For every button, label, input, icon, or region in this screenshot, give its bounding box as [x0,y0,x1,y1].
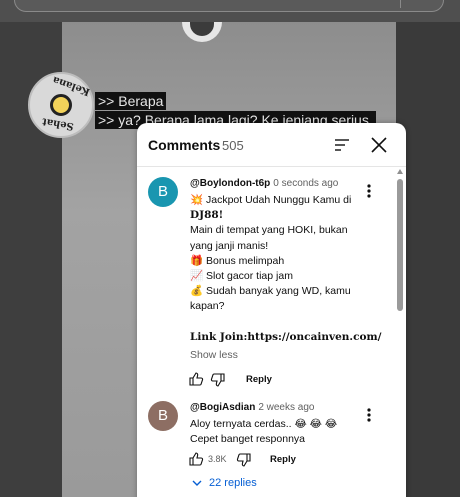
comments-title: Comments [148,137,221,153]
reply-button[interactable]: Reply [270,454,296,465]
scrollbar-thumb[interactable] [397,179,403,311]
logo-word-bottom: Sehat [41,115,75,132]
comment-link-line[interactable]: Link Join:https://oncainven.com/ [190,330,381,345]
lamp-shape [182,22,222,42]
comment-line: DJ88! [190,209,224,222]
like-count: 3.8K [208,454,227,464]
comment-text: Aloy ternyata cerdas.. 😂 😂 😂 Cepet bange… [190,417,360,447]
comment-author[interactable]: @BogiAsdian 2 weeks ago [190,402,314,413]
reply-button[interactable]: Reply [246,374,272,385]
comment-line: Main di tempat yang HOKI, bukan [190,224,348,237]
comment-line: Aloy ternyata cerdas.. 😂 😂 😂 [190,418,338,430]
search-bar[interactable] [14,0,444,12]
caption-line-1: >> Berapa [95,92,167,110]
close-icon[interactable] [369,135,389,155]
chevron-down-icon [192,480,202,487]
comments-header: Comments 505 [137,123,406,167]
thumbs-up-icon[interactable] [188,371,204,387]
scrollbar[interactable] [396,169,404,497]
more-options-icon[interactable] [365,183,373,199]
replies-count[interactable]: 22 replies [209,477,257,489]
comment-line: 💰 Sudah banyak yang WD, kamu [190,285,351,298]
author-name[interactable]: @Boylondon-t6p [190,178,270,189]
comment-line: 📈 Slot gacor tiap jam [190,270,293,283]
comment-blank-line [190,315,360,330]
comment-line: 🎁 Bonus melimpah [190,254,285,267]
sort-icon[interactable] [333,136,351,154]
comment-time: 0 seconds ago [273,178,339,189]
comment-line: 💥 Jackpot Udah Nunggu Kamu di [190,194,352,206]
comments-panel: Comments 505 B @Boylondon-t6p 0 seconds a… [137,123,406,497]
comment-text: 💥 Jackpot Udah Nunggu Kamu di DJ88! Main… [190,193,381,345]
avatar[interactable]: B [148,401,178,431]
comment-line: kapan? [190,300,225,313]
search-divider [400,0,401,8]
comment-line: yang janji manis! [190,239,269,252]
comment-time: 2 weeks ago [258,402,315,413]
show-less-button[interactable]: Show less [190,349,238,361]
logo-emblem-icon [50,94,72,116]
channel-logo: Kelana Sehat [28,72,94,138]
top-bar [0,0,460,22]
more-options-icon[interactable] [365,407,373,423]
comment-line: Cepet banget responnya [190,433,306,446]
view-replies-button[interactable]: 22 replies [192,477,257,489]
thumbs-up-icon[interactable] [188,451,204,467]
comment-actions: Reply [188,371,368,389]
avatar[interactable]: B [148,177,178,207]
author-name[interactable]: @BogiAsdian [190,402,255,413]
thumbs-down-icon[interactable] [210,372,226,388]
comment-author[interactable]: @Boylondon-t6p 0 seconds ago [190,178,338,189]
comments-count: 505 [222,138,244,153]
thumbs-down-icon[interactable] [236,452,252,468]
comment-actions: 3.8K Reply [188,451,368,469]
scroll-up-icon[interactable] [397,169,403,174]
